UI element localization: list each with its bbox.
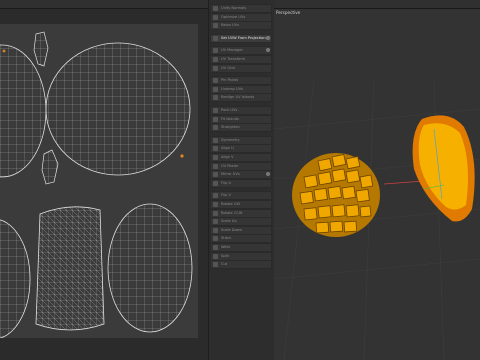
tool-icon (213, 6, 218, 11)
tool-icon (213, 180, 218, 186)
tool-icon (213, 227, 218, 233)
tool-label: UV Transform (221, 57, 246, 61)
tool-label: Realign UV Islands (221, 95, 255, 100)
tool-label: Scale Down (221, 227, 242, 232)
uv-island-small-top (33, 31, 49, 67)
uv-islands (0, 31, 193, 338)
tool-icon (213, 57, 218, 62)
tool-label: UV Grid (221, 65, 235, 70)
tool-item[interactable]: Cut (210, 260, 272, 270)
uv-island-circle (45, 42, 191, 176)
tool-icon (213, 202, 218, 207)
tool-icon (213, 14, 218, 20)
tool-label: Unwrap UVs (221, 86, 243, 91)
uv-island-small-mid (41, 149, 59, 185)
tool-icon (213, 35, 218, 41)
tool-icon (213, 146, 218, 152)
tool-icon (213, 23, 218, 29)
tool-label: Optimize UVs (221, 14, 246, 19)
tool-label: Unify Normals (221, 6, 247, 10)
tool-label: Rotate CW (221, 202, 240, 206)
gear-icon[interactable] (266, 172, 270, 177)
tool-icon (213, 172, 218, 178)
tool-item[interactable]: UV Grid (210, 63, 272, 73)
tool-item[interactable]: Straighten (210, 123, 272, 133)
tool-label: Align V (221, 155, 234, 159)
viewport-camera-label: Perspective (276, 10, 301, 15)
tool-item[interactable]: Relax UVs (210, 21, 272, 31)
tool-icon (213, 210, 218, 216)
tool-label: Fit Islands (221, 116, 239, 121)
tool-icon (213, 116, 218, 122)
tool-icon (213, 253, 218, 259)
tool-label: Flip U (221, 180, 232, 185)
uv-island-bottom-left (0, 219, 31, 338)
tool-icon (213, 245, 218, 250)
tool-item[interactable]: Set UVW From Projection (210, 33, 272, 43)
tool-label: Rotate CCW (221, 210, 243, 215)
tool-label: Set UVW From Projection (221, 35, 266, 40)
tool-icon (213, 65, 218, 71)
tool-label: Pack UVs (221, 108, 238, 112)
tool-item[interactable]: Flip U (210, 178, 272, 188)
tool-icon (213, 78, 218, 84)
tool-icon (213, 108, 218, 113)
tool-label: Align U (221, 146, 234, 151)
tool-icon (213, 155, 218, 160)
viewport-menubar: View Cameras Display Options Filter Pane… (274, 0, 480, 17)
tool-icon (213, 193, 218, 199)
gear-icon[interactable] (266, 35, 270, 40)
tool-label: UV Manager (221, 48, 243, 53)
tool-icon (213, 163, 218, 169)
tool-label: UV Peeler (221, 163, 239, 168)
viewport-scene (274, 78, 480, 360)
tool-label: Cut (221, 262, 228, 267)
tool-icon (213, 236, 218, 242)
uv-island-left (0, 44, 47, 178)
tool-icon (213, 48, 218, 54)
tool-item[interactable]: Realign UV Islands (210, 93, 272, 103)
tool-icon (213, 86, 218, 92)
uv-canvas[interactable] (0, 24, 198, 338)
tool-label: Straighten (221, 125, 240, 130)
gear-icon[interactable] (266, 48, 270, 53)
tool-label: Mirror UVs (221, 172, 240, 177)
3d-viewport[interactable] (274, 9, 480, 360)
uv-island-bottom-right (107, 203, 193, 333)
mango-half-mesh (412, 115, 475, 222)
tool-label: Pin Points (221, 78, 239, 83)
uv-island-grid (35, 206, 105, 331)
tool-icon (213, 95, 218, 101)
tool-label: Relax UVs (221, 23, 239, 28)
tool-label: Split (221, 253, 229, 258)
tool-icon (213, 219, 218, 225)
tool-icon (213, 262, 218, 268)
diced-mesh-half (292, 153, 380, 237)
tool-label: Scale Up (221, 219, 237, 224)
uv-menubar: Selection Tools Textures (0, 0, 208, 17)
tool-icon (213, 137, 218, 143)
tool-icon (213, 125, 218, 131)
tool-label: Flip V (221, 193, 231, 198)
tool-label: Symmetry (221, 137, 240, 142)
tool-label: Stitch (221, 236, 232, 241)
tool-label: Weld (221, 245, 230, 249)
